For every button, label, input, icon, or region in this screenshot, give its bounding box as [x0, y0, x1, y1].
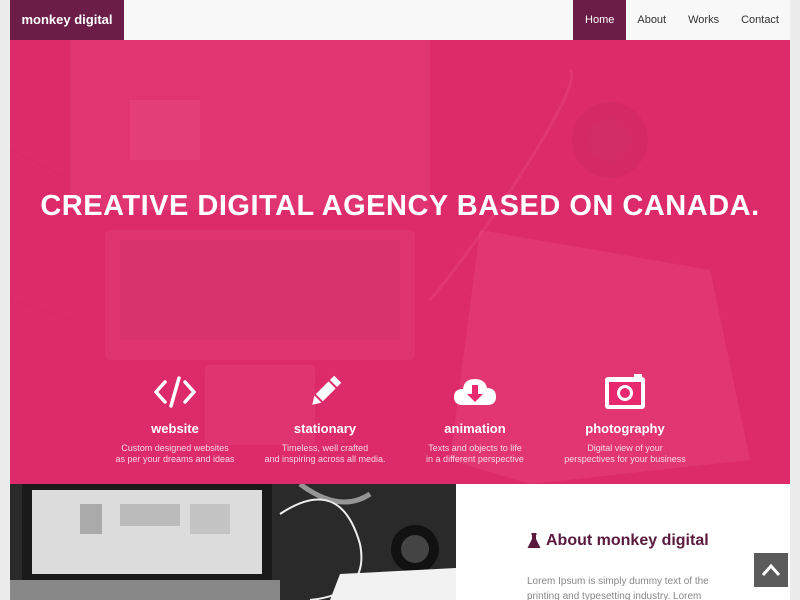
scroll-to-top-button[interactable]	[754, 553, 788, 587]
nav-home-link[interactable]: Home	[573, 0, 627, 40]
hero-section: CREATIVE DIGITAL AGENCY BASED ON CANADA.…	[10, 40, 790, 484]
about-section: About monkey digital Lorem Ipsum is simp…	[10, 484, 790, 600]
chevron-up-icon	[761, 563, 781, 576]
about-body-text: Lorem Ipsum is simply dummy text of the …	[527, 576, 709, 600]
service-photography: photography Digital view of your perspec…	[535, 372, 715, 465]
top-navbar: monkey digital Home About Works Contact	[10, 0, 790, 40]
workspace-photo	[10, 484, 456, 600]
flask-icon	[527, 533, 541, 549]
page-frame: monkey digital Home About Works Contact	[10, 0, 790, 600]
hero-headline: CREATIVE DIGITAL AGENCY BASED ON CANADA.	[40, 190, 760, 222]
about-block: About monkey digital Lorem Ipsum is simp…	[527, 532, 727, 600]
about-heading-text: About monkey digital	[546, 532, 709, 549]
nav-contact-link[interactable]: Contact	[730, 0, 790, 40]
main-menu: Home About Works Contact	[573, 0, 790, 40]
nav-works-link[interactable]: Works	[677, 0, 730, 40]
service-title: photography	[585, 421, 665, 436]
nav-about-link[interactable]: About	[626, 0, 677, 40]
about-heading: About monkey digital	[527, 532, 727, 550]
brand-logo[interactable]: monkey digital	[10, 0, 124, 40]
service-description: Digital view of your perspectives for yo…	[564, 443, 686, 464]
camera-icon	[535, 372, 715, 412]
